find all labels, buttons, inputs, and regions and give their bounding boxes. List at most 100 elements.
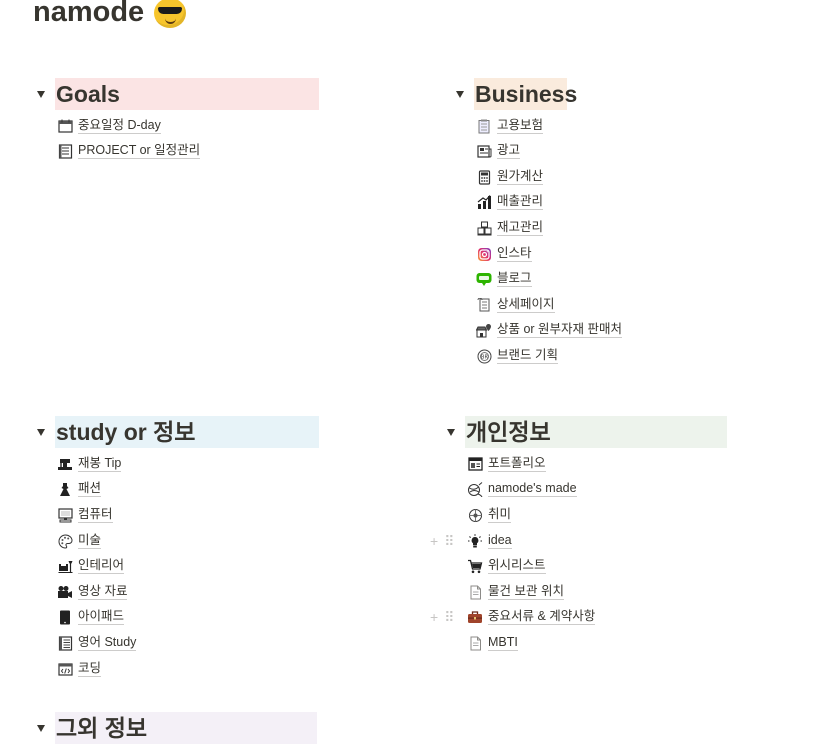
sewing-machine-icon	[57, 456, 73, 472]
business-item-insurance[interactable]: 고용보험	[476, 116, 544, 136]
business-item-label: 상품 or 원부자재 판매처	[497, 322, 623, 338]
business-item-label: 재고관리	[497, 220, 544, 236]
business-item-vendors[interactable]: 상품 or 원부자재 판매처	[476, 320, 623, 340]
business-toggle-arrow-icon[interactable]	[456, 91, 464, 98]
calculator-icon	[476, 169, 492, 185]
add-block-icon[interactable]: +	[430, 609, 438, 625]
personal-item-documents[interactable]: 중요서류 & 계약사항	[467, 607, 596, 627]
business-item-label: 인스타	[497, 246, 532, 262]
business-item-label: 상세페이지	[497, 297, 555, 313]
study-item-sewing[interactable]: 재봉 Tip	[57, 454, 122, 474]
calendar-icon	[57, 118, 73, 134]
personal-item-label: namode's made	[488, 481, 577, 497]
video-camera-icon	[57, 584, 73, 600]
personal-toggle-arrow-icon[interactable]	[447, 429, 455, 436]
study-toggle-arrow-icon[interactable]	[37, 429, 45, 436]
study-item-label: 영어 Study	[78, 635, 137, 651]
drag-handle-icon[interactable]: ⠿	[444, 533, 454, 550]
business-item-label: 브랜드 기획	[497, 348, 558, 364]
business-item-label: 매출관리	[497, 194, 544, 210]
personal-item-label: MBTI	[488, 635, 518, 651]
business-item-label: 블로그	[497, 271, 532, 287]
study-item-label: 미술	[78, 533, 102, 549]
study-item-art[interactable]: 미술	[57, 531, 102, 551]
dress-icon	[57, 481, 73, 497]
personal-item-label: 포트폴리오	[488, 456, 546, 472]
idea-row-handles: + ⠿	[430, 531, 454, 551]
portfolio-icon	[467, 456, 483, 472]
personal-item-mbti[interactable]: MBTI	[467, 633, 518, 653]
personal-item-hobby[interactable]: 취미	[467, 505, 512, 525]
bar-chart-icon	[476, 194, 492, 210]
business-item-detail-page[interactable]: 상세페이지	[476, 295, 555, 315]
personal-item-made[interactable]: namode's made	[467, 479, 577, 499]
goals-item-project[interactable]: PROJECT or 일정관리	[57, 141, 201, 161]
page-icon	[467, 635, 483, 651]
add-block-icon[interactable]: +	[430, 533, 438, 549]
study-item-coding[interactable]: 코딩	[57, 659, 102, 679]
goals-item-dday[interactable]: 중요일정 D-day	[57, 116, 161, 136]
scroll-icon	[476, 297, 492, 313]
personal-item-idea[interactable]: idea	[467, 531, 512, 551]
personal-item-label: 취미	[488, 507, 512, 523]
business-item-sales[interactable]: 매출관리	[476, 192, 544, 212]
notepad-icon	[476, 118, 492, 134]
business-item-brand[interactable]: BR 브랜드 기획	[476, 346, 558, 366]
book-icon	[57, 635, 73, 651]
personal-heading: 개인정보	[465, 416, 727, 448]
study-item-video[interactable]: 영상 자료	[57, 582, 128, 602]
business-item-label: 원가계산	[497, 169, 544, 185]
hobby-icon	[467, 507, 483, 523]
study-item-label: 아이패드	[78, 609, 125, 625]
business-item-label: 고용보험	[497, 118, 544, 134]
study-item-label: 영상 자료	[78, 584, 128, 600]
boxes-icon	[476, 220, 492, 236]
goals-item-label: PROJECT or 일정관리	[78, 143, 201, 159]
study-item-computer[interactable]: 컴퓨터	[57, 505, 113, 525]
palette-icon	[57, 533, 73, 549]
business-item-instagram[interactable]: 인스타	[476, 244, 532, 264]
personal-item-storage[interactable]: 물건 보관 위치	[467, 582, 564, 602]
goals-toggle-arrow-icon[interactable]	[37, 91, 45, 98]
goals-item-label: 중요일정 D-day	[78, 118, 161, 134]
personal-item-label: 물건 보관 위치	[488, 584, 564, 600]
lightbulb-icon	[467, 533, 483, 549]
other-toggle-arrow-icon[interactable]	[37, 725, 45, 732]
business-heading: Business	[474, 78, 577, 110]
drag-handle-icon[interactable]: ⠿	[444, 609, 454, 626]
brand-icon: BR	[476, 348, 492, 364]
tablet-icon	[57, 609, 73, 625]
blog-icon	[476, 271, 492, 287]
interior-icon	[57, 558, 73, 574]
study-item-label: 재봉 Tip	[78, 456, 122, 472]
documents-row-handles: + ⠿	[430, 607, 454, 627]
computer-icon	[57, 507, 73, 523]
study-item-label: 인테리어	[78, 558, 125, 574]
study-item-label: 패션	[78, 481, 102, 497]
sunglasses-emoji-icon	[154, 0, 187, 28]
personal-item-wishlist[interactable]: 위시리스트	[467, 556, 546, 576]
page-title-text: namode	[33, 0, 145, 28]
business-item-costing[interactable]: 원가계산	[476, 167, 544, 187]
study-item-ipad[interactable]: 아이패드	[57, 607, 125, 627]
business-item-blog[interactable]: 블로그	[476, 269, 532, 289]
study-item-label: 코딩	[78, 661, 102, 677]
page-icon	[467, 584, 483, 600]
study-item-english[interactable]: 영어 Study	[57, 633, 137, 653]
store-pin-icon	[476, 322, 492, 338]
business-item-label: 광고	[497, 143, 521, 159]
study-item-label: 컴퓨터	[78, 507, 113, 523]
code-icon	[57, 661, 73, 677]
page-title: namode	[33, 0, 187, 29]
personal-item-label: idea	[488, 533, 512, 549]
study-item-fashion[interactable]: 패션	[57, 479, 102, 499]
briefcase-icon	[467, 609, 483, 625]
study-item-interior[interactable]: 인테리어	[57, 556, 125, 576]
personal-item-label: 위시리스트	[488, 558, 546, 574]
newspaper-icon	[476, 143, 492, 159]
business-item-ads[interactable]: 광고	[476, 141, 521, 161]
goals-heading: Goals	[55, 78, 319, 110]
personal-item-portfolio[interactable]: 포트폴리오	[467, 454, 546, 474]
business-item-inventory[interactable]: 재고관리	[476, 218, 544, 238]
yarn-icon	[467, 481, 483, 497]
